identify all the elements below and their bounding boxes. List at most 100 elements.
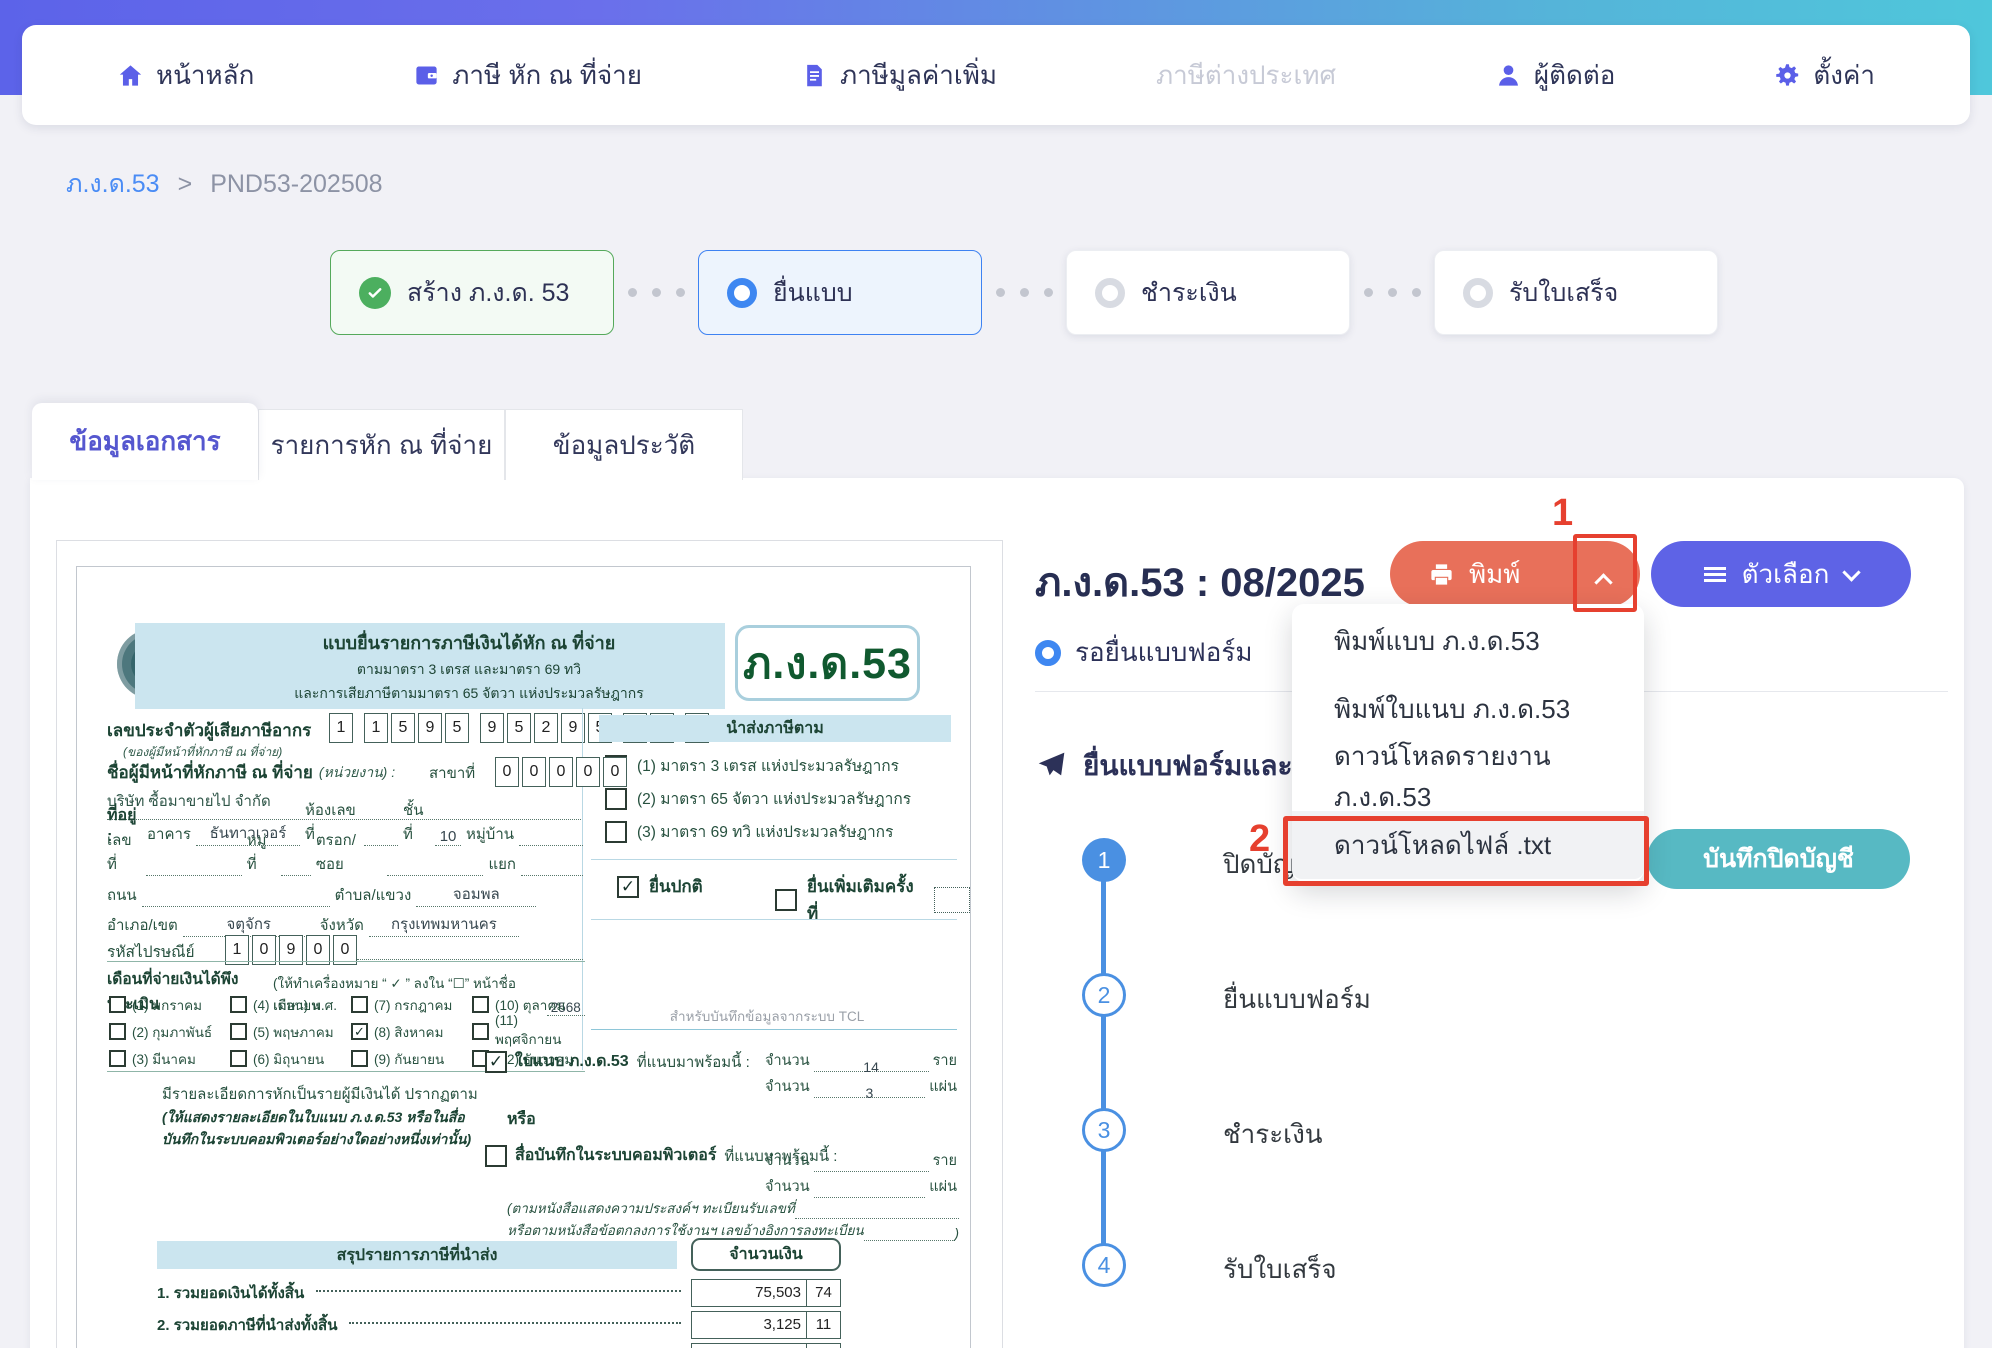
nav-item-label: ภาษี หัก ณ ที่จ่าย xyxy=(452,59,643,90)
stepper-dots xyxy=(1350,288,1434,297)
attachment-2-rai-value xyxy=(813,1159,929,1172)
step-card-label: สร้าง ภ.ง.ด. 53 xyxy=(407,278,570,307)
remit-option: (3) มาตรา 69 ทวิ แห่งประมวลรัษฎากร xyxy=(605,819,893,844)
dotted-filler xyxy=(141,893,330,907)
step-card-label: ยื่นแบบ xyxy=(773,278,853,307)
dot xyxy=(651,288,661,297)
qty-label: จำนวน xyxy=(765,1179,810,1195)
nav-item-home[interactable]: หน้าหลัก xyxy=(117,55,254,96)
pending-ring-icon xyxy=(1095,277,1125,308)
timeline-circle-4: 4 xyxy=(1082,1243,1126,1287)
dotted-filler xyxy=(280,862,311,876)
summary-satang-value: 00 xyxy=(807,1344,840,1348)
attachment-1-qty-paen: จำนวน 3 แผ่น xyxy=(765,1075,957,1101)
pnd53-form-document: แบบยื่นรายการภาษีเงินได้หัก ณ ที่จ่าย ตา… xyxy=(76,566,971,1348)
menu-item-1[interactable]: พิมพ์แบบ ภ.ง.ด.53 xyxy=(1292,607,1644,675)
tax-id-digit: 5 xyxy=(445,713,469,743)
check-circle-icon xyxy=(359,276,391,309)
address-label: ตรอก/ซอย xyxy=(315,832,356,873)
summary-row-label: 2. รวมยอดภาษีที่นำส่งทั้งสิ้น xyxy=(157,1317,338,1334)
section-heading: ยื่นแบบฟอร์มและชำ xyxy=(1035,744,1327,788)
branch-label: สาขาที่ xyxy=(429,765,476,782)
pending-ring-icon xyxy=(1463,277,1493,308)
note-1-dots xyxy=(794,1207,959,1219)
month-checkbox xyxy=(230,1050,247,1067)
unit-rai: ราย xyxy=(932,1153,957,1169)
close-account-button[interactable]: บันทึกปิดบัญชี xyxy=(1647,829,1910,889)
attachment-left-italic-1: (ให้แสดงรายละเอียดในใบแนบ ภ.ง.ด.53 หรือใ… xyxy=(162,1109,465,1125)
remit-checkbox xyxy=(605,787,627,810)
branch-digit: 0 xyxy=(603,757,627,787)
payer-name-label: ชื่อผู้มีหน้าที่หักภาษี ณ ที่จ่าย xyxy=(107,763,313,782)
step-card-pay[interactable]: ชำระเงิน xyxy=(1066,250,1350,335)
tcl-underline xyxy=(591,1029,957,1030)
filing-normal: ✓ ยื่นปกติ xyxy=(617,873,703,900)
step-card-receipt[interactable]: รับใบเสร็จ xyxy=(1434,250,1718,335)
nav-item-label: ตั้งค่า xyxy=(1813,59,1875,90)
nav-item-withholding-tax[interactable]: ภาษี หัก ณ ที่จ่าย xyxy=(413,55,642,96)
dotted-filler xyxy=(521,862,583,876)
attachment-1-bold: ใบแนบ ภ.ง.ด.53 xyxy=(515,1053,629,1070)
month-checkbox xyxy=(351,1050,368,1067)
branch-digit: 0 xyxy=(495,757,519,787)
nav-item-label: ผู้ติดต่อ xyxy=(1533,59,1616,90)
month-label: (5) พฤษภาคม xyxy=(253,1024,334,1040)
menu-item-2[interactable]: พิมพ์ใบแนบ ภ.ง.ด.53 xyxy=(1292,675,1644,743)
summary-amount-box: 000 xyxy=(691,1343,841,1348)
month-checkbox xyxy=(109,996,126,1013)
month-checkbox xyxy=(230,996,247,1013)
nav-item-vat[interactable]: ภาษีมูลค่าเพิ่ม xyxy=(801,55,997,96)
nav-item-label: ภาษีมูลค่าเพิ่ม xyxy=(839,59,998,90)
step-card-file[interactable]: ยื่นแบบ xyxy=(698,250,982,335)
stepper-dots xyxy=(982,288,1066,297)
tax-id-digit: 5 xyxy=(391,713,415,743)
status-row: รอยื่นแบบฟอร์ม xyxy=(1035,632,1252,673)
nav-item-contacts[interactable]: ผู้ติดต่อ xyxy=(1495,55,1616,96)
month-checkbox xyxy=(351,996,368,1013)
month-checkbox xyxy=(109,1050,126,1067)
unit-rai: ราย xyxy=(932,1053,957,1069)
nav-item-settings[interactable]: ตั้งค่า xyxy=(1774,55,1875,96)
month-checkbox xyxy=(109,1023,126,1040)
timeline-label-4: รับใบเสร็จ xyxy=(1223,1254,1337,1284)
divider xyxy=(591,859,957,860)
attachment-1-rest: ที่แนบมาพร้อมนี้ : xyxy=(636,1053,750,1071)
tcl-note: สำหรับบันทึกข้อมูลจากระบบ TCL xyxy=(669,1009,865,1024)
annotation-number-2: 2 xyxy=(1249,818,1271,860)
annotation-number-1: 1 xyxy=(1552,492,1574,534)
month-label: (1) มกราคม xyxy=(132,997,203,1013)
annotation-box-2 xyxy=(1283,816,1649,886)
branch-digit: 0 xyxy=(549,757,573,787)
menu-item-3[interactable]: ดาวน์โหลดรายงาน ภ.ง.ด.53 xyxy=(1292,741,1644,812)
tab-bar: ข้อมูลเอกสาร รายการหัก ณ ที่จ่าย ข้อมูลประ… xyxy=(32,403,743,480)
attachment-or-label: หรือ xyxy=(507,1111,536,1128)
filing-additional-checkbox xyxy=(775,889,797,911)
month-(9): (9) กันยายน xyxy=(351,1045,472,1072)
tab-document-info[interactable]: ข้อมูลเอกสาร xyxy=(32,403,258,480)
step-card-create[interactable]: สร้าง ภ.ง.ด. 53 xyxy=(330,250,614,335)
tax-id-digit: 9 xyxy=(418,713,442,743)
dot xyxy=(1411,288,1421,297)
print-button-label: พิมพ์ xyxy=(1469,558,1521,589)
note-1-text: (ตามหนังสือแสดงความประสงค์ฯ ทะเบียนรับเล… xyxy=(507,1201,795,1216)
step-card-label: รับใบเสร็จ xyxy=(1509,278,1619,307)
dotted-filler xyxy=(519,832,584,846)
breadcrumb-root-link[interactable]: ภ.ง.ด.53 xyxy=(66,164,160,204)
address-label: ตำบล/แขวง xyxy=(334,886,412,904)
summary-amount-box: 3,125 11 xyxy=(691,1311,841,1339)
month-checkbox xyxy=(230,1023,247,1040)
qty-label: จำนวน xyxy=(765,1153,810,1169)
options-button[interactable]: ตัวเลือก xyxy=(1651,541,1911,607)
tab-history[interactable]: ข้อมูลประวัติ xyxy=(505,409,743,480)
address-label: หมู่บ้าน xyxy=(466,825,515,843)
month-checkbox: ✓ xyxy=(351,1023,368,1040)
timeline-circle-1: 1 xyxy=(1082,838,1126,882)
month-(8): ✓ (8) สิงหาคม xyxy=(351,1018,472,1045)
tab-withholding-items[interactable]: รายการหัก ณ ที่จ่าย xyxy=(258,409,505,480)
dotted-leader xyxy=(316,1290,681,1292)
annotation-box-1 xyxy=(1573,534,1637,612)
summary-row: 000 xyxy=(157,1343,841,1348)
summary-row: 1. รวมยอดเงินได้ทั้งสิ้น 75,503 74 xyxy=(157,1279,841,1307)
dot xyxy=(675,288,685,297)
attachment-1-qty-rai: จำนวน 14 ราย xyxy=(765,1049,957,1075)
